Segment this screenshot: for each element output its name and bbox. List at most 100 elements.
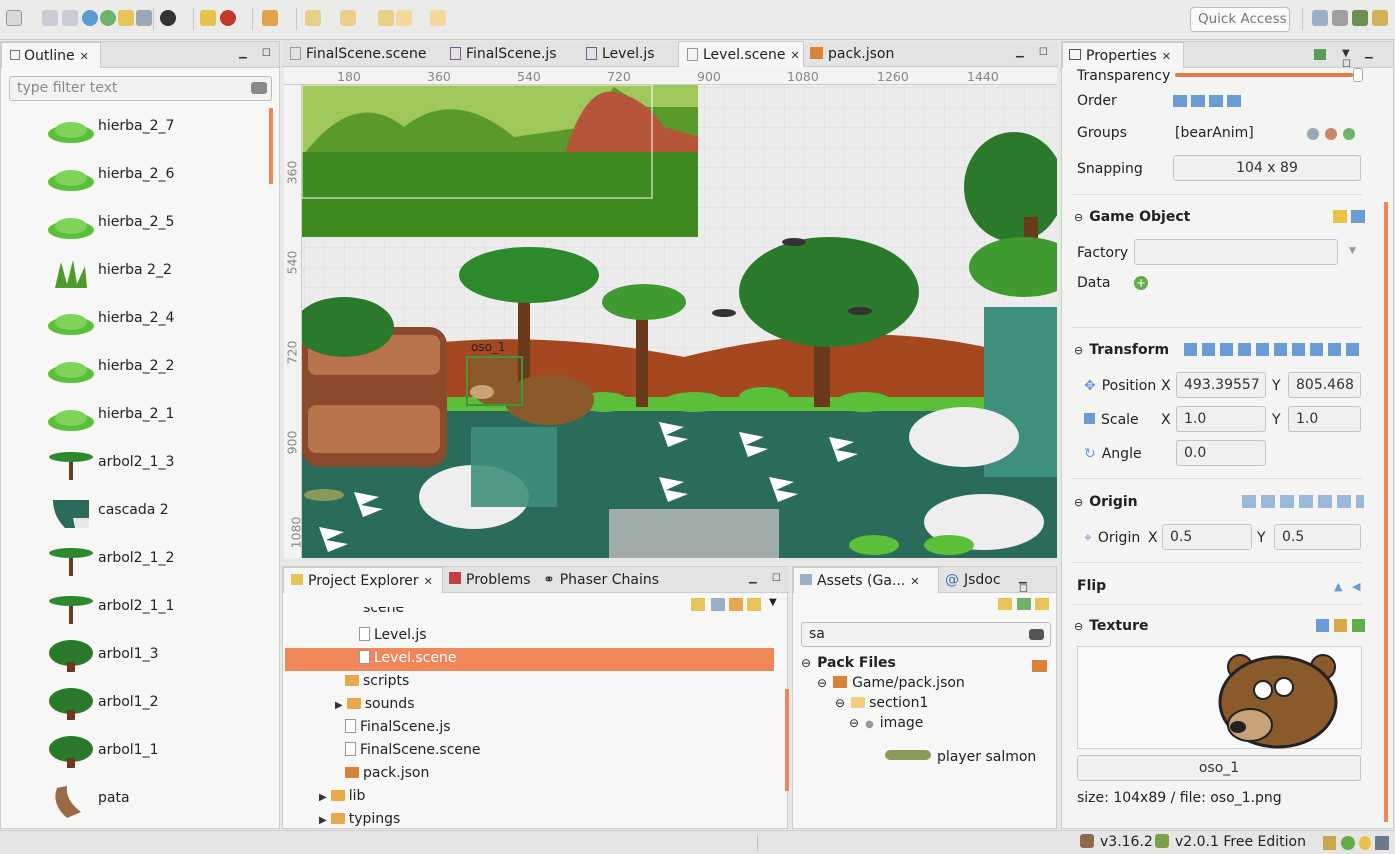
tree-item[interactable]: pack.json (345, 765, 429, 781)
tab-properties[interactable]: Properties ✕ (1062, 42, 1184, 68)
link-editor-icon[interactable] (711, 598, 725, 611)
order-down-icon[interactable] (1227, 95, 1241, 107)
tab-finalscene-js[interactable]: FinalScene.js (450, 41, 557, 67)
tab-jsdoc[interactable]: @ Jsdoc (945, 567, 1001, 593)
outline-scroll-marker[interactable] (269, 108, 273, 184)
tree-item[interactable]: FinalScene.scene (345, 742, 481, 758)
tab-project-explorer[interactable]: Project Explorer ✕ (283, 567, 443, 593)
outline-item[interactable]: arbol2_1_1 (45, 588, 275, 628)
back-arrow-icon[interactable] (396, 10, 412, 26)
expand-arrow-icon[interactable]: ▶ (319, 815, 327, 826)
tree-item[interactable]: Level.js (359, 627, 427, 643)
view-minmax[interactable]: ▁ ☐ (239, 48, 277, 59)
sync-icon[interactable] (729, 598, 743, 611)
image-type-node[interactable]: ⊖ ● image (849, 715, 923, 731)
cloud-rock[interactable] (909, 407, 1019, 467)
tab-outline[interactable]: Outline ✕ (1, 42, 101, 68)
tab-phaser-chains[interactable]: ⚭ Phaser Chains (543, 567, 659, 593)
close-icon[interactable]: ✕ (80, 50, 89, 63)
texture-refresh-icon[interactable] (1352, 619, 1365, 632)
lightning-icon[interactable] (1333, 210, 1347, 223)
position-y-field[interactable]: 805.468 (1288, 372, 1361, 398)
new-folder-icon[interactable] (747, 598, 761, 611)
left-tree[interactable] (294, 297, 394, 357)
close-icon[interactable]: ✕ (1162, 50, 1171, 63)
view-minmax[interactable]: ▼ ▁ ☐ (1342, 48, 1393, 70)
collapse-icon[interactable]: ⊖ (1074, 344, 1083, 357)
collapse-icon[interactable]: ⊖ (1074, 496, 1083, 509)
pin-icon[interactable] (1314, 49, 1326, 60)
view-menu-icon[interactable]: ▼ (769, 597, 777, 608)
group-add-icon[interactable] (1307, 128, 1319, 140)
tree-item[interactable]: ▶ typings (319, 811, 400, 827)
outline-item[interactable]: arbol1_3 (45, 636, 275, 676)
collapse-icon[interactable]: ⊖ (835, 696, 845, 710)
refresh-assets-icon[interactable] (1017, 598, 1031, 610)
tree-scroll-marker[interactable] (785, 689, 789, 791)
phaser-perspective-icon[interactable] (1332, 10, 1348, 26)
tab-problems[interactable]: Problems (449, 567, 531, 593)
collapse-icon[interactable]: ⊖ (849, 716, 859, 730)
texture-select-icon[interactable] (1316, 619, 1329, 632)
transform-tools[interactable] (1184, 343, 1364, 356)
tab-finalscene-scene[interactable]: FinalScene.scene (290, 41, 427, 67)
tree-item[interactable]: Level.scene (359, 650, 457, 666)
pack-files-node[interactable]: ⊖ Pack Files (801, 655, 896, 671)
tree-item[interactable]: ▶ sounds (335, 696, 415, 712)
outline-item[interactable]: pata (45, 780, 275, 820)
collapse-icon[interactable]: ⊖ (1074, 620, 1083, 633)
factory-dropdown-icon[interactable]: ▼ (1349, 246, 1356, 256)
editor-minmax[interactable]: ▁ ☐ (1016, 47, 1054, 58)
java-perspective-icon[interactable] (1372, 10, 1388, 26)
factory-field[interactable] (1134, 239, 1338, 265)
group-select-icon[interactable] (1343, 128, 1355, 140)
outline-item[interactable]: hierba_2_1 (45, 396, 275, 436)
close-icon[interactable]: ✕ (910, 575, 919, 588)
angle-field[interactable]: 0.0 (1176, 440, 1266, 466)
expand-arrow-icon[interactable]: ▶ (335, 700, 343, 711)
network-icon[interactable] (1375, 836, 1389, 850)
view-minmax[interactable]: ▁ ☐ (749, 573, 787, 584)
outline-item[interactable]: hierba_2_2 (45, 348, 275, 388)
outline-item[interactable]: arbol1_2 (45, 684, 275, 724)
perspective-open-icon[interactable] (1312, 10, 1328, 26)
outline-item[interactable]: arbol2_1_3 (45, 444, 275, 484)
snapping-button[interactable]: 104 x 89 (1173, 155, 1361, 181)
globe-icon[interactable] (82, 10, 98, 26)
texture-section[interactable]: ⊖ Texture (1074, 618, 1149, 634)
view-minmax[interactable]: ▁ ☐ (1019, 573, 1056, 595)
new-icon[interactable] (6, 10, 22, 26)
tree-item[interactable]: ▶ lib (319, 788, 365, 804)
outline-item[interactable]: hierba_2_7 (45, 108, 275, 148)
forward-arrow-icon[interactable] (430, 10, 446, 26)
assets-search-input[interactable]: sa (801, 622, 1051, 647)
asset-item[interactable]: player salmon (885, 749, 1036, 765)
outline-item[interactable]: cascada 2 (45, 492, 275, 532)
save-all-icon[interactable] (62, 10, 78, 26)
salmon-sprite[interactable] (304, 489, 344, 501)
bug-icon[interactable] (1341, 836, 1355, 850)
next-annotation-icon[interactable] (305, 10, 321, 26)
outline-filter-input[interactable]: type filter text (9, 76, 272, 101)
outline-item[interactable]: arbol1_1 (45, 732, 275, 772)
open-editor-icon[interactable] (136, 10, 152, 26)
order-down-one-icon[interactable] (1209, 95, 1223, 107)
open-pack-icon[interactable] (998, 598, 1012, 610)
order-up-icon[interactable] (1173, 95, 1187, 107)
outline-item[interactable]: hierba_2_4 (45, 300, 275, 340)
collapse-icon[interactable]: ⊖ (1074, 211, 1083, 224)
clear-filter-icon[interactable] (251, 82, 267, 94)
add-data-icon[interactable]: + (1134, 276, 1148, 290)
tab-level-scene[interactable]: Level.scene ✕ (678, 41, 804, 67)
collapse-icon[interactable]: ⊖ (801, 656, 811, 670)
texture-preview[interactable] (1077, 646, 1362, 749)
prev-annotation-icon[interactable] (340, 10, 356, 26)
tab-level-js[interactable]: Level.js (586, 41, 655, 67)
origin-y-field[interactable]: 0.5 (1274, 524, 1361, 550)
outline-item[interactable]: hierba_2_5 (45, 204, 275, 244)
order-up-one-icon[interactable] (1191, 95, 1205, 107)
origin-presets[interactable] (1242, 495, 1364, 508)
stone-slab[interactable] (609, 509, 779, 558)
debug-icon[interactable] (220, 10, 236, 26)
group-remove-icon[interactable] (1325, 128, 1337, 140)
